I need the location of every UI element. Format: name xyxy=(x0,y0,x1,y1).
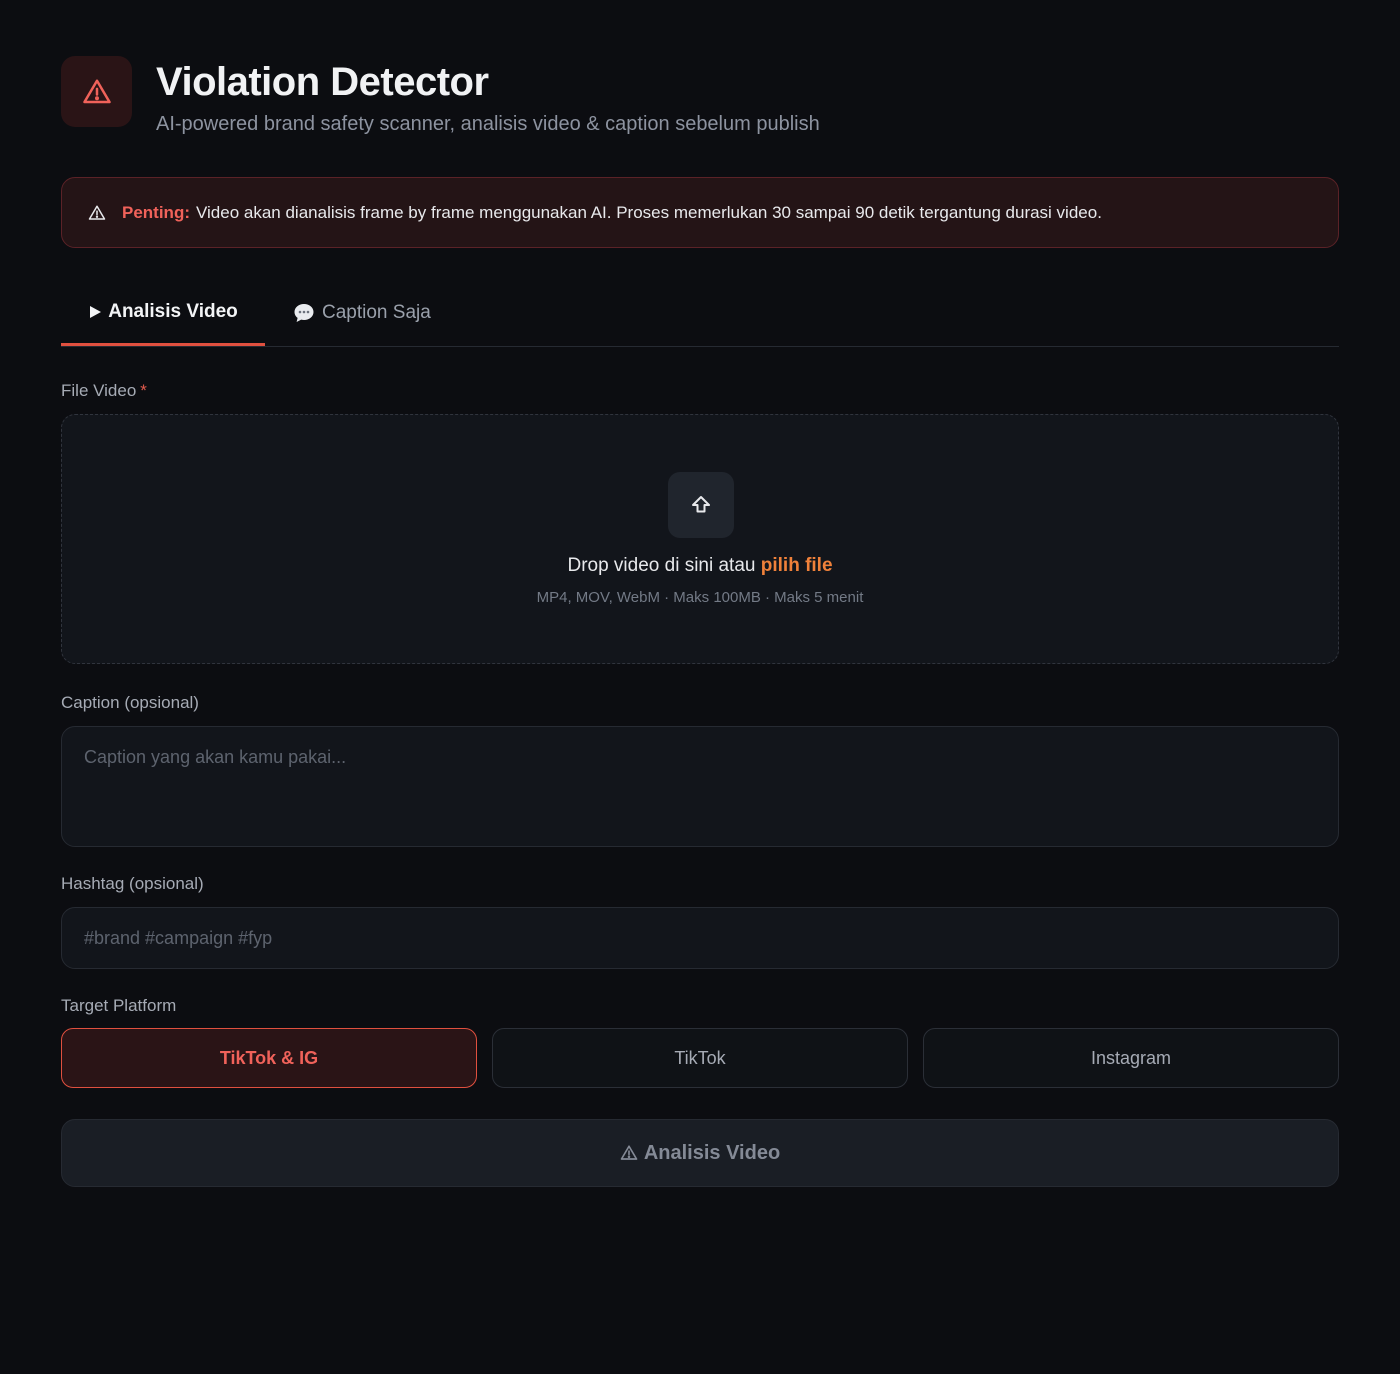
hashtag-label: Hashtag (opsional) xyxy=(61,874,204,893)
warning-triangle-icon xyxy=(620,1144,638,1162)
file-video-label-text: File Video xyxy=(61,381,137,400)
upload-arrow-icon xyxy=(692,496,710,513)
warning-triangle-icon xyxy=(82,79,111,103)
platform-option-tiktok[interactable]: TikTok xyxy=(492,1028,908,1088)
caption-label: Caption (opsional) xyxy=(61,693,199,712)
caption-textarea[interactable] xyxy=(61,726,1339,847)
play-icon xyxy=(88,305,102,319)
analyze-button-label: Analisis Video xyxy=(643,1141,781,1164)
pick-file-link[interactable]: pilih file xyxy=(761,555,833,576)
dropzone-hint: MP4, MOV, WebM · Maks 100MB · Maks 5 men… xyxy=(536,589,864,606)
dropzone-main-text: Drop video di sini atau xyxy=(567,555,756,576)
upload-button[interactable] xyxy=(668,472,734,538)
video-dropzone[interactable]: Drop video di sini atau pilih file MP4, … xyxy=(61,414,1339,664)
tab-bar: Analisis Video Caption Saja xyxy=(61,280,1339,347)
app-logo xyxy=(61,56,132,127)
tab-label: Caption Saja xyxy=(322,302,431,323)
required-mark: * xyxy=(140,381,147,400)
tab-analisis-video[interactable]: Analisis Video xyxy=(61,280,265,346)
hashtag-input[interactable] xyxy=(61,907,1339,969)
tab-label: Analisis Video xyxy=(108,300,238,322)
analyze-video-button[interactable]: Analisis Video xyxy=(61,1119,1339,1187)
alert-title: Penting: xyxy=(122,202,190,222)
speech-bubble-icon xyxy=(292,301,316,325)
warning-triangle-icon xyxy=(88,204,106,222)
alert-banner: Penting: Video akan dianalisis frame by … xyxy=(61,177,1339,248)
tab-caption-saja[interactable]: Caption Saja xyxy=(292,280,431,346)
target-platform-label: Target Platform xyxy=(61,996,177,1015)
page-title: Violation Detector xyxy=(156,60,489,104)
file-video-label: File Video * xyxy=(61,381,147,401)
dropzone-text: Drop video di sini atau pilih file xyxy=(62,555,1338,577)
platform-option-tiktok-ig[interactable]: TikTok & IG xyxy=(61,1028,477,1088)
header: Violation Detector AI-powered brand safe… xyxy=(61,56,1339,146)
alert-text: Video akan dianalisis frame by frame men… xyxy=(196,202,1102,222)
page-subtitle: AI-powered brand safety scanner, analisi… xyxy=(156,113,820,135)
platform-option-instagram[interactable]: Instagram xyxy=(923,1028,1339,1088)
